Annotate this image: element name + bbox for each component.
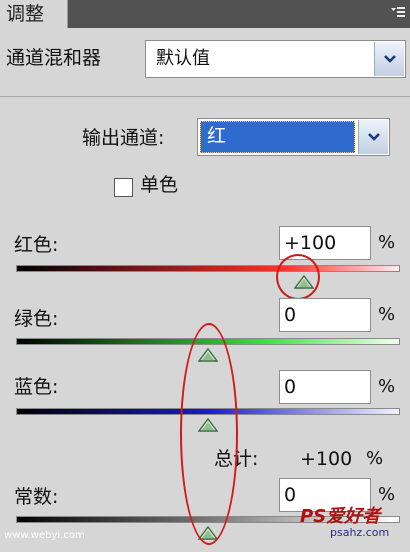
menu-lines-icon xyxy=(391,7,405,17)
monochrome-checkbox[interactable] xyxy=(114,178,133,197)
constant-percent-sign: % xyxy=(378,484,396,505)
green-channel-label: 绿色: xyxy=(14,308,59,330)
green-value-input[interactable]: 0 xyxy=(279,298,371,332)
tab-adjustments[interactable]: 调整 xyxy=(0,0,68,28)
chevron-down-icon xyxy=(367,133,380,141)
output-channel-text: 红 xyxy=(207,125,227,147)
watermark-right: PS爱好者 xyxy=(300,506,381,527)
total-value: +100 xyxy=(300,448,353,470)
red-slider-track[interactable] xyxy=(16,265,400,272)
monochrome-label: 单色 xyxy=(140,174,179,196)
output-channel-dropdown[interactable]: 红 xyxy=(197,118,390,156)
output-channel-label: 输出通道: xyxy=(82,127,165,149)
blue-percent-sign: % xyxy=(378,376,396,397)
section-divider xyxy=(0,96,410,97)
preset-dropdown-button[interactable] xyxy=(374,42,404,76)
output-channel-value: 红 xyxy=(200,121,355,153)
green-percent-sign: % xyxy=(378,304,396,325)
blue-value-input[interactable]: 0 xyxy=(279,370,371,404)
preset-dropdown[interactable]: 默认值 xyxy=(145,40,406,78)
watermark-left: www.webyi.com xyxy=(4,530,85,541)
annotation-circle-red xyxy=(276,254,320,300)
mixer-title: 通道混和器 xyxy=(6,47,102,69)
chevron-down-icon xyxy=(383,55,396,63)
blue-channel-label: 蓝色: xyxy=(14,376,59,398)
tab-label: 调整 xyxy=(6,3,45,25)
red-percent-sign: % xyxy=(378,232,396,253)
annotation-ellipse-zero-handles xyxy=(180,323,238,545)
watermark-right-sub: psahz.com xyxy=(330,526,390,539)
preset-value: 默认值 xyxy=(156,48,210,69)
red-channel-label: 红色: xyxy=(14,234,59,256)
output-dropdown-button[interactable] xyxy=(358,120,388,154)
constant-label: 常数: xyxy=(14,486,59,508)
panel-menu-icon[interactable] xyxy=(390,6,406,24)
total-percent-sign: % xyxy=(366,448,384,469)
